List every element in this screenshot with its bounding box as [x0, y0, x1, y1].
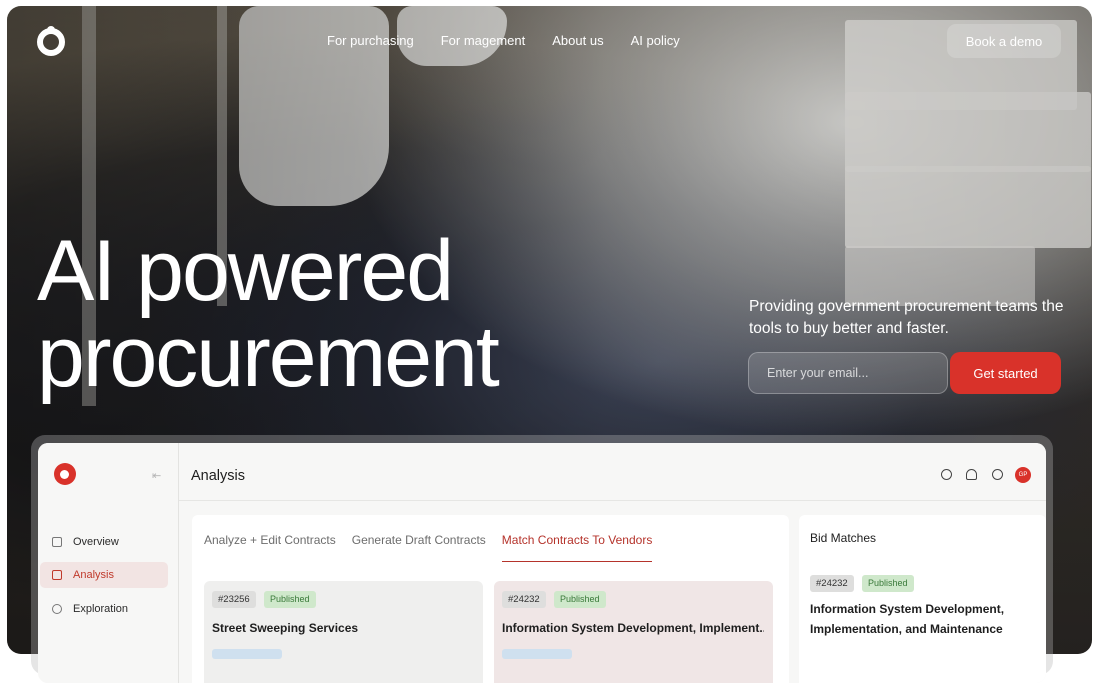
- nav-link-about[interactable]: About us: [552, 33, 603, 48]
- nav-link-management[interactable]: For magement: [441, 33, 526, 48]
- book-demo-button[interactable]: Book a demo: [947, 24, 1061, 58]
- bid-matches-panel: Bid Matches #24232 Published Information…: [799, 515, 1046, 683]
- hero-title-line-1: AI powered: [37, 223, 454, 319]
- document-icon: [52, 570, 62, 580]
- contract-card[interactable]: #24232 Published Information System Deve…: [494, 581, 773, 683]
- sidebar-item-label: Analysis: [73, 569, 114, 581]
- bid-matches-title: Bid Matches: [810, 531, 877, 545]
- search-icon: [52, 604, 62, 614]
- contract-title: Street Sweeping Services: [212, 621, 359, 635]
- location-chip: [212, 649, 282, 659]
- app-header: Analysis GP: [179, 443, 1046, 501]
- app-logo[interactable]: [54, 463, 76, 485]
- bell-icon[interactable]: [966, 469, 977, 480]
- contract-card[interactable]: #23256 Published Street Sweeping Service…: [204, 581, 483, 683]
- sidebar-item-overview[interactable]: Overview: [40, 529, 168, 555]
- app-sidebar: ⇤ Overview Analysis Exploration: [38, 443, 179, 683]
- status-badge: Published: [862, 575, 914, 592]
- nav-link-ai-policy[interactable]: AI policy: [631, 33, 680, 48]
- status-badge: Published: [554, 591, 606, 608]
- sidebar-item-analysis[interactable]: Analysis: [40, 562, 168, 588]
- contract-id-badge: #24232: [502, 591, 546, 608]
- nav-link-purchasing[interactable]: For purchasing: [327, 33, 414, 48]
- top-navigation: For purchasing For magement About us AI …: [7, 6, 1092, 76]
- tab-match-vendors[interactable]: Match Contracts To Vendors: [501, 533, 653, 562]
- contract-id-badge: #23256: [212, 591, 256, 608]
- brand-logo-dot: [47, 26, 55, 34]
- app-preview: ⇤ Overview Analysis Exploration Analysis…: [38, 443, 1046, 683]
- tab-analyze-edit[interactable]: Analyze + Edit Contracts: [204, 533, 336, 562]
- user-icon[interactable]: [941, 469, 952, 480]
- contract-title: Information System Development, Implemen…: [502, 621, 764, 635]
- contracts-panel: Analyze + Edit Contracts Generate Draft …: [192, 515, 789, 683]
- email-input[interactable]: [748, 352, 948, 394]
- sidebar-item-label: Overview: [73, 536, 119, 548]
- avatar[interactable]: GP: [1015, 467, 1031, 483]
- tab-generate-draft[interactable]: Generate Draft Contracts: [352, 533, 486, 562]
- grid-icon: [52, 537, 62, 547]
- page-title: Analysis: [191, 468, 245, 484]
- get-started-button[interactable]: Get started: [950, 352, 1061, 394]
- collapse-sidebar-icon[interactable]: ⇤: [152, 469, 161, 482]
- sidebar-item-label: Exploration: [73, 603, 129, 615]
- status-badge: Published: [264, 591, 316, 608]
- location-chip: [502, 649, 572, 659]
- hero-title-line-2: procurement: [37, 309, 500, 405]
- contract-id-badge: #24232: [810, 575, 854, 592]
- help-icon[interactable]: [992, 469, 1003, 480]
- sidebar-item-exploration[interactable]: Exploration: [40, 596, 168, 622]
- contract-tabs: Analyze + Edit Contracts Generate Draft …: [204, 533, 653, 562]
- bid-match-title[interactable]: Information System Development, Implemen…: [810, 599, 1035, 639]
- nav-links: For purchasing For magement About us AI …: [327, 33, 680, 48]
- hero-subtitle: Providing government procurement teams t…: [749, 298, 1064, 337]
- hero-title: AI powered procurement: [37, 228, 500, 400]
